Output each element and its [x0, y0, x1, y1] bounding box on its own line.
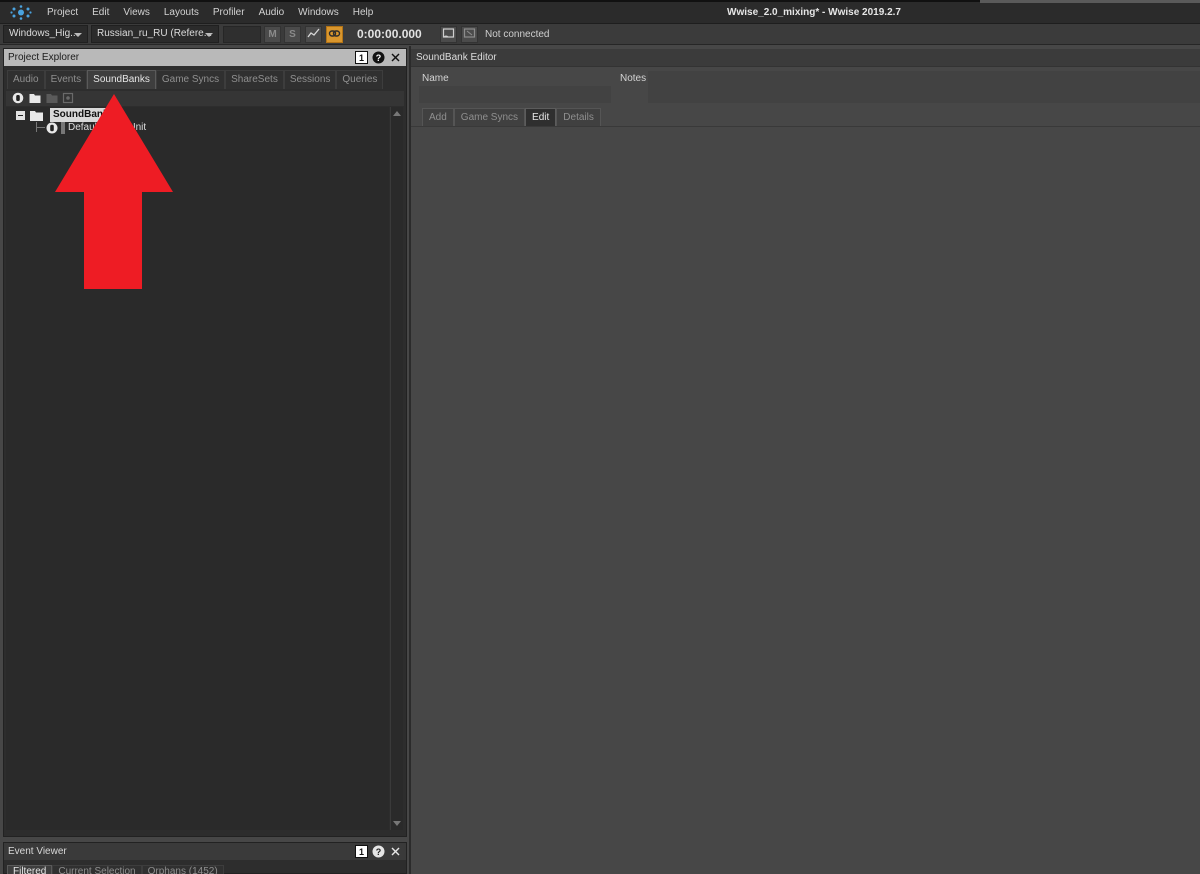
tab-details[interactable]: Details [556, 108, 601, 126]
project-explorer-header: Project Explorer 1 ? [4, 49, 406, 66]
transport-volume-field[interactable] [223, 26, 261, 43]
close-icon[interactable] [389, 845, 402, 858]
tab-queries[interactable]: Queries [336, 70, 384, 89]
notes-label: Notes [620, 73, 647, 84]
event-viewer-title: Event Viewer [8, 846, 67, 857]
transport-time: 0:00:00.000 [357, 27, 422, 41]
help-label: ? [376, 53, 382, 63]
help-icon[interactable]: ? [372, 51, 385, 64]
wwise-logo-icon[interactable] [10, 5, 32, 20]
vertical-scrollbar[interactable] [390, 107, 403, 830]
new-soundbank-icon[interactable] [12, 92, 24, 104]
close-icon[interactable] [389, 51, 402, 64]
monitor-button[interactable] [305, 26, 322, 43]
tab-edit[interactable]: Edit [525, 108, 557, 126]
event-viewer-tabs: Filtered Current Selection Orphans (1452… [7, 865, 224, 874]
menu-help[interactable]: Help [346, 0, 381, 24]
tab-add[interactable]: Add [422, 108, 454, 126]
platform-dropdown-value: Windows_Hig... [9, 28, 79, 39]
menu-views[interactable]: Views [116, 0, 157, 24]
project-explorer-title: Project Explorer [8, 52, 80, 63]
connection-status: Not connected [485, 29, 550, 40]
menu-project[interactable]: Project [40, 0, 85, 24]
soundbank-editor-panel: SoundBank Editor Name Notes Add Game Syn… [411, 46, 1200, 874]
tab-sharesets[interactable]: ShareSets [225, 70, 284, 89]
pin-one-label: 1 [359, 53, 364, 63]
event-viewer-panel: Event Viewer 1 ? Filtered Current Select… [3, 842, 407, 874]
title-bar: Project Edit Views Layouts Profiler Audi… [0, 0, 1200, 24]
tab-soundbanks[interactable]: SoundBanks [87, 70, 156, 89]
chevron-down-icon [205, 33, 213, 37]
new-folder-icon[interactable] [29, 92, 41, 104]
remote-connect-button[interactable] [440, 26, 457, 43]
panel-controls: 1 ? [355, 845, 402, 858]
scroll-up-icon[interactable] [393, 111, 401, 116]
tab-game-syncs[interactable]: Game Syncs [155, 70, 226, 89]
collapse-toggle-icon[interactable] [16, 111, 25, 120]
soundbank-editor-title: SoundBank Editor [416, 52, 497, 63]
tab-events[interactable]: Events [44, 70, 88, 89]
pin-one-label: 1 [359, 847, 364, 857]
language-dropdown-value: Russian_ru_RU (Refere... [97, 28, 213, 39]
soundbank-editor-header: SoundBank Editor [411, 49, 1200, 67]
soundbank-editor-tabs: Add Game Syncs Edit Details [422, 108, 601, 126]
tab-current-selection[interactable]: Current Selection [52, 865, 142, 874]
title-bar-top-edge-right [980, 0, 1200, 3]
solo-button[interactable]: S [284, 26, 301, 43]
scroll-down-icon[interactable] [393, 821, 401, 826]
window-title: Wwise_2.0_mixing* - Wwise 2019.2.7 [727, 7, 901, 18]
name-field[interactable] [419, 86, 611, 103]
remote-disconnect-button[interactable] [461, 26, 478, 43]
menu-bar: Project Edit Views Layouts Profiler Audi… [40, 0, 380, 24]
project-explorer-tabs: Audio Events SoundBanks Game Syncs Share… [7, 70, 384, 89]
notes-field[interactable] [648, 71, 1200, 103]
mute-button[interactable]: M [264, 26, 281, 43]
help-icon[interactable]: ? [372, 845, 385, 858]
menu-audio[interactable]: Audio [252, 0, 292, 24]
tab-sessions[interactable]: Sessions [283, 70, 337, 89]
tab-orphans[interactable]: Orphans (1452) [141, 865, 224, 874]
tab-game-syncs[interactable]: Game Syncs [453, 108, 526, 126]
chevron-down-icon [74, 33, 82, 37]
help-label: ? [376, 847, 382, 857]
folder-icon [30, 111, 43, 121]
tree-line [36, 127, 45, 128]
graph-icon [307, 28, 320, 38]
link-button[interactable] [326, 26, 343, 43]
tab-underline [411, 126, 1200, 127]
language-dropdown[interactable]: Russian_ru_RU (Refere... [91, 25, 219, 43]
menu-windows[interactable]: Windows [291, 0, 346, 24]
menu-edit[interactable]: Edit [85, 0, 116, 24]
pin-one-icon[interactable]: 1 [355, 51, 368, 64]
tab-filtered[interactable]: Filtered [7, 865, 53, 874]
menu-layouts[interactable]: Layouts [157, 0, 206, 24]
panel-controls: 1 ? [355, 51, 402, 64]
tab-audio[interactable]: Audio [7, 70, 45, 89]
pin-one-icon[interactable]: 1 [355, 845, 368, 858]
toolbar: Windows_Hig... Russian_ru_RU (Refere... … [0, 24, 1200, 45]
link-icon [328, 30, 341, 37]
platform-dropdown[interactable]: Windows_Hig... [3, 25, 88, 43]
event-viewer-header: Event Viewer 1 ? [4, 843, 406, 860]
name-label: Name [422, 73, 449, 84]
cast-icon [442, 28, 455, 38]
annotation-arrow-up-icon [55, 94, 173, 289]
menu-profiler[interactable]: Profiler [206, 0, 252, 24]
disconnect-icon [463, 28, 476, 38]
